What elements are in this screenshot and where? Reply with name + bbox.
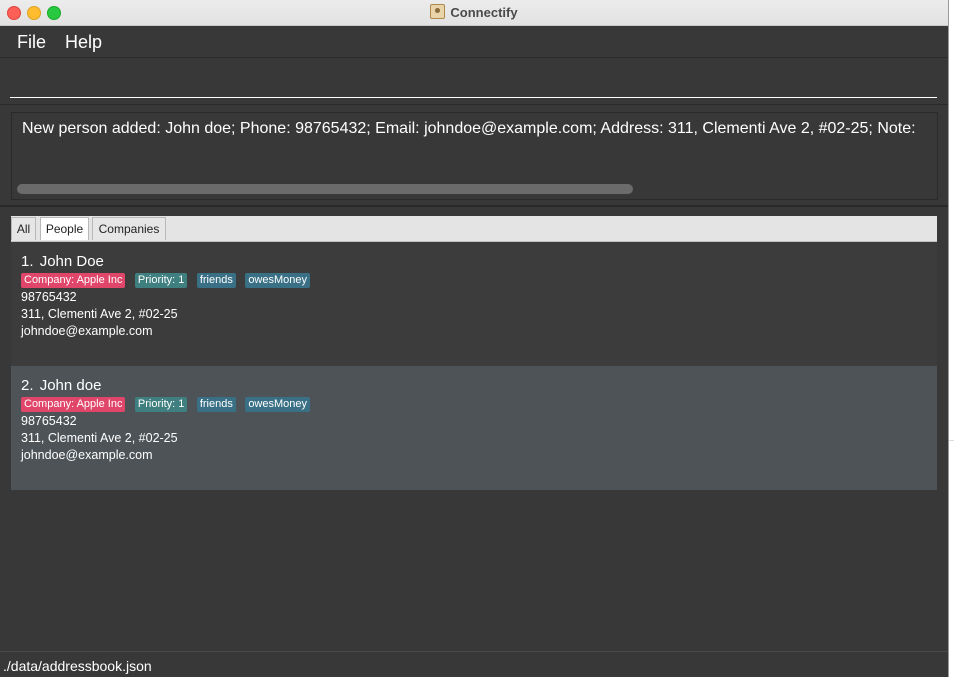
tag-friends: friends [196,397,236,412]
command-box [0,58,948,105]
person-index: 2. [21,377,34,394]
window-title-text: Connectify [450,5,518,20]
tab-companies[interactable]: Companies [92,217,166,240]
person-address: 311, Clementi Ave 2, #02-25 [21,307,178,321]
horizontal-scrollbar[interactable] [17,184,633,194]
window-title: Connectify [0,4,948,20]
result-message: New person added: John doe; Phone: 98765… [22,120,916,137]
person-list[interactable]: 1. John Doe Company: Apple Inc Priority:… [11,242,937,642]
tab-all[interactable]: All [11,217,36,240]
tab-bar: All People Companies [11,216,937,242]
save-file-path: ./data/addressbook.json [3,658,152,674]
person-email: johndoe@example.com [21,448,153,462]
person-phone: 98765432 [21,290,77,304]
tag-owes-money: owesMoney [245,397,311,412]
person-title: 1. John Doe [21,253,927,271]
tab-people[interactable]: People [40,217,89,240]
priority-tag: Priority: 1 [134,397,188,412]
tag-friends: friends [196,273,236,288]
person-email: johndoe@example.com [21,324,153,338]
menu-help[interactable]: Help [65,32,102,53]
priority-tag: Priority: 1 [134,273,188,288]
tag-row: Company: Apple Inc Priority: 1 friends o… [21,273,927,289]
tag-row: Company: Apple Inc Priority: 1 friends o… [21,397,927,413]
person-index: 1. [21,253,34,270]
status-bar: ./data/addressbook.json [0,651,948,677]
person-address: 311, Clementi Ave 2, #02-25 [21,431,178,445]
menu-bar: File Help [0,26,948,58]
person-phone: 98765432 [21,414,77,428]
background-edge [949,440,954,441]
person-card[interactable]: 2. John doe Company: Apple Inc Priority:… [11,366,937,490]
tag-owes-money: owesMoney [245,273,311,288]
person-card[interactable]: 1. John Doe Company: Apple Inc Priority:… [11,242,937,366]
person-title: 2. John doe [21,377,927,395]
app-icon [430,4,446,19]
result-display: New person added: John doe; Phone: 98765… [11,112,938,200]
company-tag: Company: Apple Inc [21,397,126,412]
menu-file[interactable]: File [17,32,46,53]
command-input[interactable] [10,62,937,98]
company-tag: Company: Apple Inc [21,273,126,288]
person-name: John Doe [39,253,104,270]
app-window: Connectify File Help New person added: J… [0,0,949,677]
person-name: John doe [39,377,102,394]
divider [0,205,948,207]
title-bar: Connectify [0,0,948,26]
